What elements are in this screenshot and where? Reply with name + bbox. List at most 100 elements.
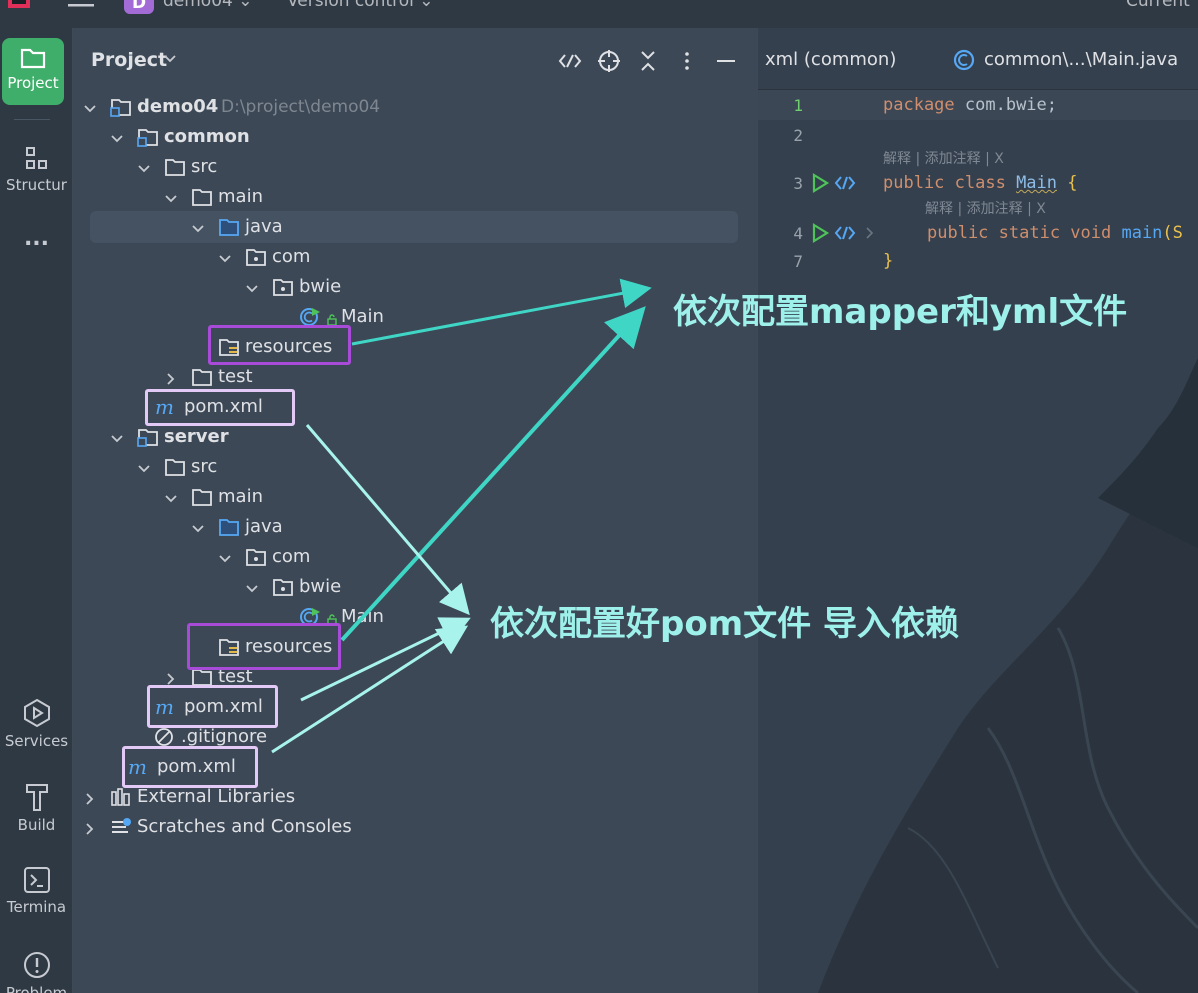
tree-row-package[interactable]: com xyxy=(73,542,758,572)
tree-row-src-folder[interactable]: src xyxy=(73,152,758,182)
tree-row-java-folder[interactable]: java xyxy=(73,512,758,542)
package-icon xyxy=(245,547,267,567)
tree-row-label: .gitignore xyxy=(181,726,268,747)
folder-icon xyxy=(191,187,213,207)
ai-hint-links[interactable]: 解释 | 添加注释 | X xyxy=(925,198,1046,218)
tree-row-label: main xyxy=(218,486,263,507)
chevron-right-icon[interactable] xyxy=(164,670,178,685)
tree-row-label: com xyxy=(272,246,311,267)
tool-services-button[interactable]: Services xyxy=(0,698,73,750)
tree-row-scratches-consoles[interactable]: Scratches and Consoles xyxy=(73,812,758,842)
services-icon xyxy=(23,698,50,728)
tree-row-src-folder[interactable]: src xyxy=(73,452,758,482)
collapse-all-icon[interactable] xyxy=(636,49,660,73)
chevron-down-icon[interactable] xyxy=(191,520,205,534)
ai-hint-links[interactable]: 解释 | 添加注释 | X xyxy=(883,148,1004,168)
package-icon xyxy=(272,277,294,297)
tool-terminal-button[interactable]: Termina xyxy=(0,866,73,916)
project-tool-window: Project demo04 D:\project\demo04 common src… xyxy=(73,28,758,993)
chevron-down-icon[interactable] xyxy=(164,190,178,204)
chevron-down-icon[interactable] xyxy=(218,250,232,264)
project-view-selector[interactable]: Project xyxy=(91,49,167,71)
tree-row-java-folder[interactable]: java xyxy=(73,211,758,243)
chevron-down-icon[interactable] xyxy=(218,550,232,564)
version-control-label: Version control xyxy=(287,0,414,11)
chevron-down-icon[interactable] xyxy=(245,580,259,594)
module-folder-icon xyxy=(137,427,159,447)
tool-structure-button[interactable]: Structur xyxy=(0,146,73,194)
code-keyword: package xyxy=(883,95,955,115)
terminal-icon xyxy=(23,867,50,893)
tool-structure-label: Structur xyxy=(6,176,67,194)
chevron-down-icon[interactable] xyxy=(245,280,259,294)
project-path: D:\project\demo04 xyxy=(221,97,381,117)
chevron-down-icon[interactable] xyxy=(137,160,151,174)
more-options-icon[interactable] xyxy=(675,49,699,73)
code-line-7[interactable]: } xyxy=(883,251,893,271)
chevron-right-icon[interactable] xyxy=(83,820,97,835)
code-link-icon[interactable] xyxy=(834,224,856,242)
main-menu-icon[interactable] xyxy=(68,0,94,11)
chevron-down-icon[interactable] xyxy=(137,460,151,474)
tree-row-package[interactable]: com xyxy=(73,242,758,272)
code-package: com.bwie; xyxy=(954,95,1058,115)
version-control-menu[interactable]: Version control ⌄ xyxy=(287,0,434,11)
tree-row-class[interactable]: Main xyxy=(73,302,758,332)
tree-row-label: common xyxy=(164,126,250,147)
tree-row-module[interactable]: common xyxy=(73,122,758,152)
run-config-selector[interactable]: Current xyxy=(1126,0,1190,11)
folder-icon xyxy=(191,487,213,507)
tool-problems-label: Problem xyxy=(5,984,68,993)
run-icon[interactable] xyxy=(810,223,830,243)
annotation-box-pom-common xyxy=(145,389,295,426)
code-line-4[interactable]: public static void main(S xyxy=(927,223,1183,243)
line-number: 1 xyxy=(793,96,803,115)
chevron-down-icon[interactable] xyxy=(110,430,124,444)
chevron-right-icon[interactable] xyxy=(164,370,178,385)
locate-icon[interactable] xyxy=(597,49,621,73)
hammer-icon xyxy=(25,784,48,811)
tool-project-label: Project xyxy=(7,74,59,92)
select-opened-file-icon[interactable] xyxy=(558,49,582,73)
folder-icon xyxy=(164,457,186,477)
chevron-right-icon[interactable] xyxy=(864,226,876,240)
package-icon xyxy=(272,577,294,597)
hide-panel-icon[interactable] xyxy=(714,49,738,73)
code-line-3[interactable]: public class Main { xyxy=(883,173,1078,193)
chevron-down-icon[interactable] xyxy=(164,490,178,504)
tool-build-label: Build xyxy=(17,816,56,834)
problems-icon xyxy=(23,952,50,978)
tree-row-label: bwie xyxy=(299,576,342,597)
annotation-box-pom-server xyxy=(147,685,278,728)
code-line-1[interactable]: package com.bwie; xyxy=(883,95,1057,115)
tree-row-package[interactable]: bwie xyxy=(73,272,758,302)
library-icon xyxy=(110,787,132,807)
title-bar: D demo04 ⌄ Version control ⌄ Current xyxy=(0,0,1198,28)
tree-row-test-folder[interactable]: test xyxy=(73,362,758,392)
annotation-pom: 依次配置好pom文件 导入依赖 xyxy=(490,604,959,644)
chevron-down-icon[interactable] xyxy=(163,52,177,66)
chevron-down-icon[interactable] xyxy=(83,100,97,114)
tree-row-label: main xyxy=(218,186,263,207)
tool-project-button[interactable]: Project xyxy=(2,38,64,105)
tool-problems-button[interactable]: Problem xyxy=(0,950,73,993)
more-tools-button[interactable]: ... xyxy=(0,226,73,251)
folder-icon xyxy=(191,367,213,387)
tree-row-module[interactable]: server xyxy=(73,422,758,452)
chevron-down-icon[interactable] xyxy=(191,220,205,234)
editor-tabs: xml (common) common\...\Main.java xyxy=(758,28,1198,90)
code-link-icon[interactable] xyxy=(834,174,856,192)
tree-row-main-folder[interactable]: main xyxy=(73,482,758,512)
editor-tab-main-java[interactable]: common\...\Main.java xyxy=(984,49,1178,70)
tree-row-main-folder[interactable]: main xyxy=(73,182,758,212)
tree-row-resources-folder[interactable]: resources xyxy=(73,332,758,362)
chevron-down-icon[interactable] xyxy=(110,130,124,144)
tree-row-module[interactable]: demo04 D:\project\demo04 xyxy=(73,92,758,122)
chevron-right-icon[interactable] xyxy=(83,790,97,805)
project-selector[interactable]: demo04 ⌄ xyxy=(163,0,253,11)
project-badge[interactable]: D xyxy=(124,0,154,14)
tool-build-button[interactable]: Build xyxy=(0,782,73,834)
editor-tab[interactable]: xml (common) xyxy=(765,49,896,70)
run-icon[interactable] xyxy=(810,173,830,193)
ignored-file-icon xyxy=(154,727,176,747)
